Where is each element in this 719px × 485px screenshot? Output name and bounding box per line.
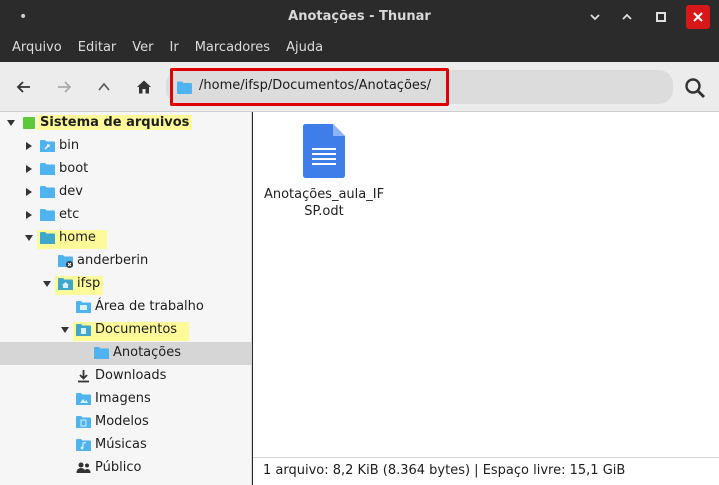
tree-label-dev: dev — [59, 184, 83, 199]
expander-closed-icon[interactable] — [24, 141, 34, 151]
folder-icon — [94, 347, 109, 359]
tree-label-bin: bin — [59, 138, 80, 153]
folder-link-icon — [40, 140, 55, 152]
download-icon — [78, 370, 89, 383]
tree-label-documentos: Documentos — [95, 322, 178, 337]
tree-label-ifsp: ifsp — [77, 276, 101, 291]
tree-label-modelos: Modelos — [95, 414, 149, 429]
menu-ver[interactable]: Ver — [124, 34, 161, 62]
close-icon — [693, 12, 703, 22]
status-bar: 1 arquivo: 8,2 KiB (8.364 bytes) | Espaç… — [253, 457, 719, 485]
file-name: Anotações_aula_IF SP.odt — [262, 186, 386, 220]
tree-label-imagens: Imagens — [95, 391, 151, 406]
maximize-button[interactable] — [649, 5, 673, 29]
tree-item-musicas[interactable]: Músicas — [0, 434, 251, 457]
templates-folder-icon — [76, 416, 91, 428]
square-icon — [656, 12, 666, 22]
desktop-folder-icon — [76, 301, 91, 313]
minimize-button[interactable] — [583, 5, 607, 29]
folder-icon — [40, 209, 55, 221]
tree-item-modelos[interactable]: Modelos — [0, 411, 251, 434]
tree-item-documentos[interactable]: Documentos — [0, 319, 251, 342]
tree-label-boot: boot — [59, 161, 89, 176]
folder-locked-icon — [58, 255, 73, 268]
pictures-folder-icon — [76, 393, 91, 405]
arrow-left-icon — [16, 81, 30, 93]
tree-label-etc: etc — [59, 207, 80, 222]
tree-item-anotacoes[interactable]: Anotações — [0, 342, 251, 365]
expander-closed-icon[interactable] — [24, 164, 34, 174]
back-button[interactable] — [12, 75, 36, 99]
home-button[interactable] — [132, 75, 156, 99]
expander-closed-icon[interactable] — [24, 187, 34, 197]
chevron-up-icon — [98, 82, 110, 91]
tree-label-musicas: Músicas — [95, 437, 147, 452]
expander-open-icon[interactable] — [60, 325, 70, 335]
menu-editar[interactable]: Editar — [70, 34, 125, 62]
file-item[interactable]: Anotações_aula_IF SP.odt — [262, 124, 386, 220]
chevron-up-icon — [622, 13, 632, 20]
home-icon — [137, 80, 151, 94]
folder-icon — [40, 186, 55, 198]
tree-item-downloads[interactable]: Downloads — [0, 365, 251, 388]
expander-open-icon[interactable] — [42, 279, 52, 289]
tree-item-dev[interactable]: dev — [0, 181, 251, 204]
tree-item-publico[interactable]: Público — [0, 457, 251, 480]
tree-label-anotacoes: Anotações — [113, 345, 182, 360]
menu-ajuda[interactable]: Ajuda — [278, 34, 331, 62]
unmaximize-button[interactable] — [615, 5, 639, 29]
menu-arquivo[interactable]: Arquivo — [4, 34, 70, 62]
tree-item-area-de-trabalho[interactable]: Área de trabalho — [0, 296, 251, 319]
tree-label-publico: Público — [95, 460, 142, 475]
forward-button[interactable] — [52, 75, 76, 99]
folder-open-icon — [40, 232, 55, 244]
folder-icon — [177, 81, 192, 98]
tree-item-boot[interactable]: boot — [0, 158, 251, 181]
document-icon — [303, 124, 345, 178]
menu-bar: Arquivo Editar Ver Ir Marcadores Ajuda — [0, 34, 719, 62]
tree-item-imagens[interactable]: Imagens — [0, 388, 251, 411]
tree-label-area-de-trabalho: Área de trabalho — [95, 299, 204, 314]
tree-item-root[interactable]: Sistema de arquivos — [0, 112, 251, 135]
status-text: 1 arquivo: 8,2 KiB (8.364 bytes) | Espaç… — [263, 463, 626, 478]
window-title: Anotações - Thunar — [288, 9, 431, 24]
tree-item-etc[interactable]: etc — [0, 204, 251, 227]
expander-open-icon[interactable] — [6, 118, 16, 128]
search-icon — [685, 78, 705, 98]
parent-folder-button[interactable] — [92, 75, 116, 99]
file-name-line1: Anotações_aula_IF — [263, 187, 385, 202]
arrow-right-icon — [58, 81, 72, 93]
close-button[interactable] — [686, 5, 710, 29]
folder-icon — [40, 163, 55, 175]
tree-label-home: home — [59, 230, 96, 245]
chevron-down-icon — [590, 14, 600, 21]
file-name-line2: SP.odt — [304, 204, 344, 219]
public-folder-icon — [76, 462, 91, 473]
tree-item-ifsp[interactable]: ifsp — [0, 273, 251, 296]
drive-icon — [23, 117, 35, 129]
tree-item-anderberin[interactable]: anderberin — [0, 250, 251, 273]
menu-ir[interactable]: Ir — [162, 34, 187, 62]
tree-label-downloads: Downloads — [95, 368, 167, 383]
tree-item-bin[interactable]: bin — [0, 135, 251, 158]
sidebar-tree: Sistema de arquivos bin boot dev etc hom… — [0, 112, 252, 485]
home-folder-icon — [58, 278, 73, 290]
title-bar: • Anotações - Thunar — [0, 0, 719, 34]
expander-open-icon[interactable] — [24, 233, 34, 243]
expander-closed-icon[interactable] — [24, 210, 34, 220]
tree-item-home[interactable]: home — [0, 227, 251, 250]
location-path[interactable]: /home/ifsp/Documentos/Anotações/ — [199, 78, 431, 93]
documents-folder-icon — [76, 324, 91, 336]
menu-marcadores[interactable]: Marcadores — [187, 34, 278, 62]
tree-label-root: Sistema de arquivos — [37, 115, 193, 130]
tree-label-anderberin: anderberin — [77, 253, 149, 268]
search-button[interactable] — [682, 75, 708, 101]
music-folder-icon — [76, 439, 91, 451]
